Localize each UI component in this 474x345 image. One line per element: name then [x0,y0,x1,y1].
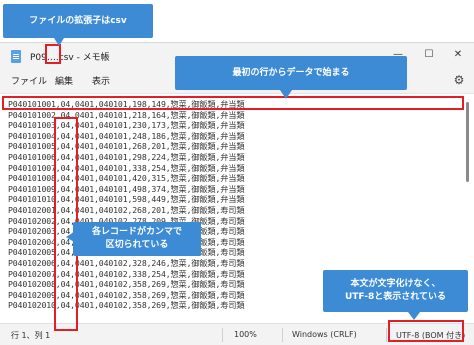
callout-pointer [54,38,64,46]
scrollbar-thumb[interactable] [466,102,469,182]
maximize-button[interactable]: ☐ [415,46,443,64]
callout-encoding: 本文が文字化けなく、 UTF-8と表示されている [323,270,468,312]
callout-pointer [280,90,292,99]
window-title: P09….csv - メモ帳 [30,53,110,63]
status-divider [386,328,387,342]
status-divider [282,328,283,342]
notepad-icon [11,50,21,63]
menu-edit[interactable]: 編集 [55,74,73,87]
callout-pointer [66,232,74,242]
annotated-screenshot: P09….csv - メモ帳 — ☐ ✕ ファイル 編集 表示 ⚙ P04010… [0,0,474,345]
zoom-level: 100% [234,330,257,339]
status-divider [222,328,223,342]
menu-view[interactable]: 表示 [92,74,110,87]
callout-comma: 各レコードがカンマで 区切られている [73,222,201,256]
first-line-highlight [2,96,464,110]
cursor-position: 行 1、列 1 [11,331,51,340]
text-line: P040102010,04,0401,040102,358,269,惣菜,御飯類… [8,300,245,311]
extension-highlight [45,44,61,64]
menu-file[interactable]: ファイル [11,74,47,87]
encoding-highlight [388,320,464,342]
callout-extension: ファイルの拡張子はcsv [3,4,153,38]
callout-pointer [408,312,420,320]
line-ending: Windows (CRLF) [292,330,357,339]
gear-icon[interactable]: ⚙ [452,73,466,87]
callout-first-line: 最初の行からデータで始まる [175,56,407,90]
close-button[interactable]: ✕ [444,46,472,64]
